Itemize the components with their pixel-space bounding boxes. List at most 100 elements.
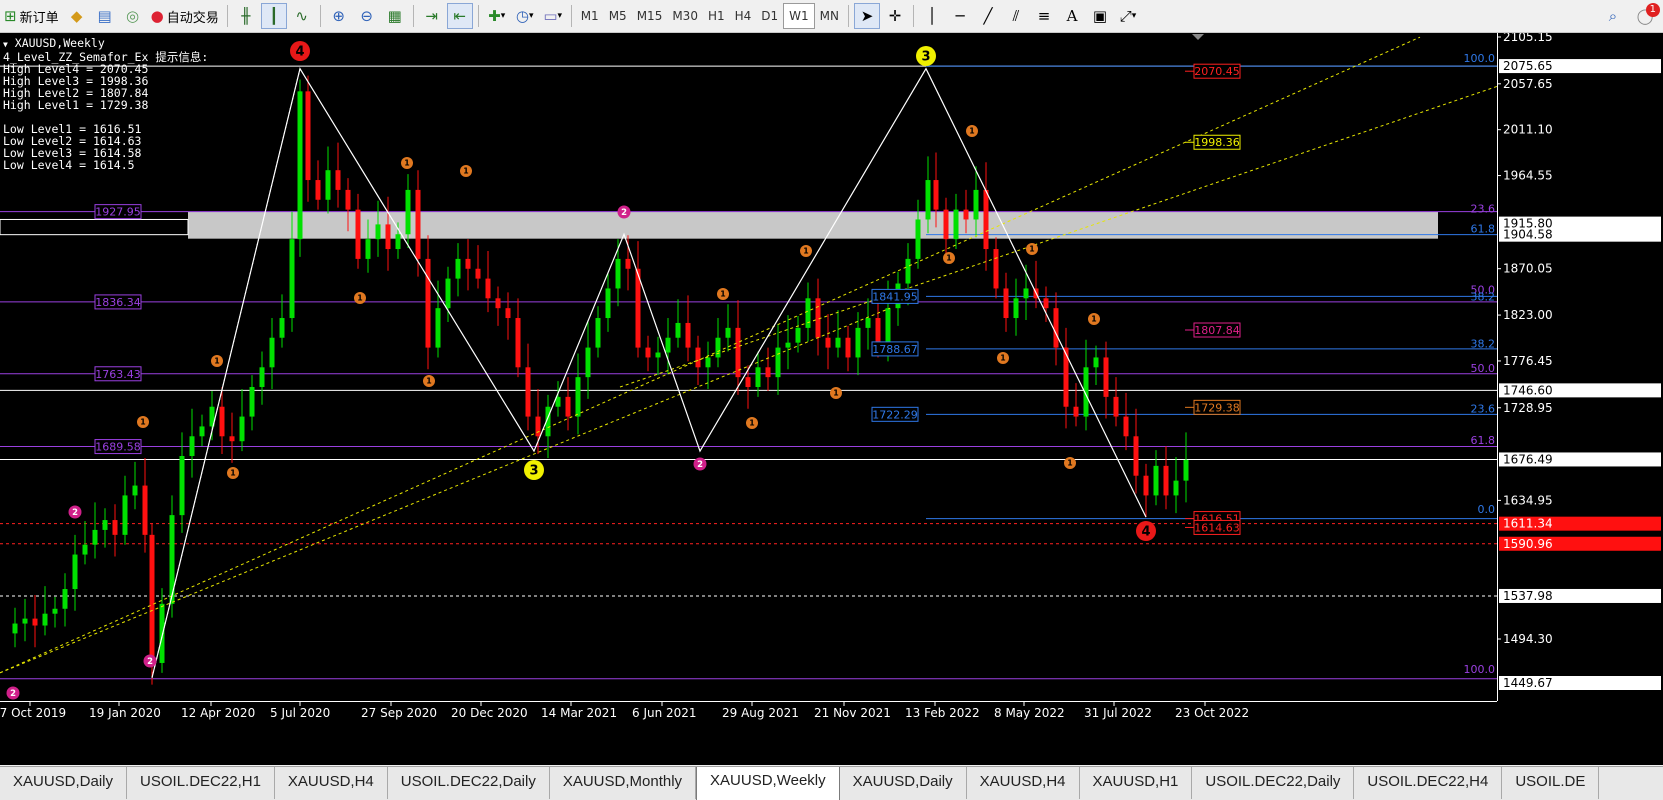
candle-body bbox=[775, 347, 781, 378]
templates-button[interactable]: ▭ ▾ bbox=[540, 3, 566, 29]
semafor-label: 1 bbox=[140, 418, 145, 427]
candle-body bbox=[835, 337, 841, 348]
candle-body bbox=[585, 347, 591, 378]
chart-canvas[interactable]: 4 4 3 3 2 2 2 2 2 1 1 1 1 1 1 1 1 1 1 1 1 1 1 1 1 1 1927.95 1836.34… bbox=[0, 33, 1663, 765]
candle-body bbox=[565, 396, 571, 417]
semafor-level-label: 1729.38 bbox=[1185, 399, 1241, 415]
candle-body bbox=[1023, 288, 1029, 299]
tab-xauusd-h4[interactable]: XAUUSD,H4 bbox=[275, 767, 388, 799]
fibonacci-button[interactable]: ≡ bbox=[1031, 3, 1057, 29]
arrows-icon: ⤢ bbox=[1119, 6, 1132, 25]
chart-shift-button[interactable]: ⇤ bbox=[446, 3, 473, 29]
tab-usoil-h4[interactable]: USOIL.DEC22,H4 bbox=[1354, 767, 1503, 799]
line-chart-button[interactable]: ∿ bbox=[289, 3, 315, 29]
semafor-marker: 2 bbox=[68, 505, 82, 519]
tile-windows-button[interactable]: ▦ bbox=[382, 3, 408, 29]
vertical-line-button[interactable]: │ bbox=[919, 3, 945, 29]
candle-body bbox=[1183, 459, 1189, 481]
toolbar-separator bbox=[848, 5, 850, 27]
indicator-info-panel: ▼ XAUUSD,Weekly 4_Level_ZZ_Semafor_Ex 提示… bbox=[0, 33, 211, 175]
crosshair-button[interactable]: ✛ bbox=[882, 3, 908, 29]
candle-body bbox=[1053, 308, 1059, 348]
bar-chart-button[interactable]: ╫ bbox=[233, 3, 259, 29]
timeframe-h4[interactable]: H4 bbox=[730, 4, 757, 28]
chart-tabs: XAUUSD,Daily USOIL.DEC22,H1 XAUUSD,H4 US… bbox=[0, 766, 1663, 800]
candle-body bbox=[355, 209, 361, 259]
timeframe-m5[interactable]: M5 bbox=[604, 4, 632, 28]
price-chart[interactable]: 4 4 3 3 2 2 2 2 2 1 1 1 1 1 1 1 1 1 1 1 1 1 1 1 1 1 1927.95 1836.34… bbox=[0, 33, 1663, 765]
new-order-button[interactable]: ⊞ 新订单 bbox=[1, 3, 62, 29]
candle-body bbox=[485, 278, 491, 299]
navigator-icon: ◎ bbox=[126, 6, 140, 25]
timeframe-w1[interactable]: W1 bbox=[783, 3, 815, 29]
navigator-button[interactable]: ◎ bbox=[120, 3, 146, 29]
semafor-label: 1 bbox=[969, 127, 974, 136]
candle-body bbox=[855, 327, 861, 358]
candle-body bbox=[993, 249, 999, 289]
zoom-out-button[interactable]: ⊖ bbox=[354, 3, 380, 29]
autotrading-button[interactable]: ● 自动交易 bbox=[148, 3, 222, 29]
fib-percent-label: 100.0 bbox=[1464, 663, 1496, 676]
candle-body bbox=[765, 367, 771, 378]
tab-usoil-daily-2[interactable]: USOIL.DEC22,Daily bbox=[1192, 767, 1355, 799]
timeframe-d1[interactable]: D1 bbox=[756, 4, 783, 28]
tab-xauusd-monthly[interactable]: XAUUSD,Monthly bbox=[550, 767, 697, 799]
zoom-in-button[interactable]: ⊕ bbox=[326, 3, 352, 29]
trendline-button[interactable]: ╱ bbox=[975, 3, 1001, 29]
auto-scroll-button[interactable]: ⇥ bbox=[419, 3, 445, 29]
search-button[interactable]: ⌕ bbox=[1600, 3, 1626, 29]
axis-price-label: 1634.95 bbox=[1503, 493, 1553, 507]
channel-button[interactable]: ⫽ bbox=[1003, 3, 1029, 29]
timeframe-h1[interactable]: H1 bbox=[703, 4, 730, 28]
toolbar-separator bbox=[412, 5, 414, 27]
axis-price-label: 1449.67 bbox=[1503, 676, 1553, 690]
indicators-button[interactable]: ✚ ▾ bbox=[484, 3, 510, 29]
semafor-marker: 3 bbox=[524, 460, 544, 480]
fib-percent-label: 38.2 bbox=[1471, 290, 1496, 303]
cursor-button[interactable]: ➤ bbox=[854, 3, 881, 29]
timeframe-mn[interactable]: MN bbox=[815, 4, 844, 28]
candle-body bbox=[132, 485, 138, 496]
tab-usoil-h1[interactable]: USOIL.DEC22,H1 bbox=[127, 767, 275, 799]
horizontal-line-button[interactable]: ─ bbox=[947, 3, 973, 29]
bar-chart-icon: ╫ bbox=[241, 6, 251, 25]
text-label-icon: ▣ bbox=[1092, 6, 1108, 25]
periods-button[interactable]: ◷ ▾ bbox=[512, 3, 538, 29]
candle-body bbox=[149, 534, 155, 663]
candle-body bbox=[189, 436, 195, 457]
candle-body bbox=[933, 180, 939, 210]
timeframe-m15[interactable]: M15 bbox=[632, 4, 668, 28]
label-button[interactable]: ▣ bbox=[1087, 3, 1113, 29]
tab-xauusd-h1[interactable]: XAUUSD,H1 bbox=[1080, 767, 1193, 799]
tab-usoil-partial[interactable]: USOIL.DE bbox=[1502, 767, 1600, 799]
axis-price-label: 1904.58 bbox=[1503, 228, 1553, 242]
tab-xauusd-daily-2[interactable]: XAUUSD,Daily bbox=[840, 767, 967, 799]
arrows-button[interactable]: ⤢ ▾ bbox=[1115, 3, 1141, 29]
candlestick-button[interactable]: ┃ bbox=[260, 3, 287, 29]
market-watch-button[interactable]: ◆ bbox=[64, 3, 90, 29]
price-label-box: 1836.34 bbox=[94, 294, 142, 310]
candle-body bbox=[973, 189, 979, 220]
fib-percent-label: 38.2 bbox=[1471, 338, 1496, 351]
semafor-marker: 2 bbox=[6, 686, 20, 700]
tab-xauusd-daily[interactable]: XAUUSD,Daily bbox=[0, 767, 128, 799]
semafor-marker: 1 bbox=[460, 165, 472, 177]
semafor-marker: 3 bbox=[916, 46, 936, 66]
candle-body bbox=[745, 377, 751, 388]
notifications-button[interactable]: ◯ 1 bbox=[1628, 3, 1662, 29]
tab-usoil-daily[interactable]: USOIL.DEC22,Daily bbox=[388, 767, 550, 799]
timeframe-m1[interactable]: M1 bbox=[576, 4, 604, 28]
tab-xauusd-h4-2[interactable]: XAUUSD,H4 bbox=[967, 767, 1080, 799]
price-label-box: 1689.58 bbox=[94, 439, 142, 455]
candle-body bbox=[805, 298, 811, 328]
data-window-button[interactable]: ▤ bbox=[92, 3, 118, 29]
semafor-marker: 1 bbox=[830, 387, 842, 399]
candle-body bbox=[92, 529, 98, 545]
timeframe-m30[interactable]: M30 bbox=[667, 4, 703, 28]
horizontal-line-icon: ─ bbox=[955, 6, 965, 25]
candle-body bbox=[1163, 465, 1169, 496]
tab-xauusd-weekly[interactable]: XAUUSD,Weekly bbox=[696, 767, 840, 800]
text-button[interactable]: A bbox=[1059, 3, 1085, 29]
data-window-icon: ▤ bbox=[97, 6, 112, 25]
candle-body bbox=[1073, 406, 1079, 417]
